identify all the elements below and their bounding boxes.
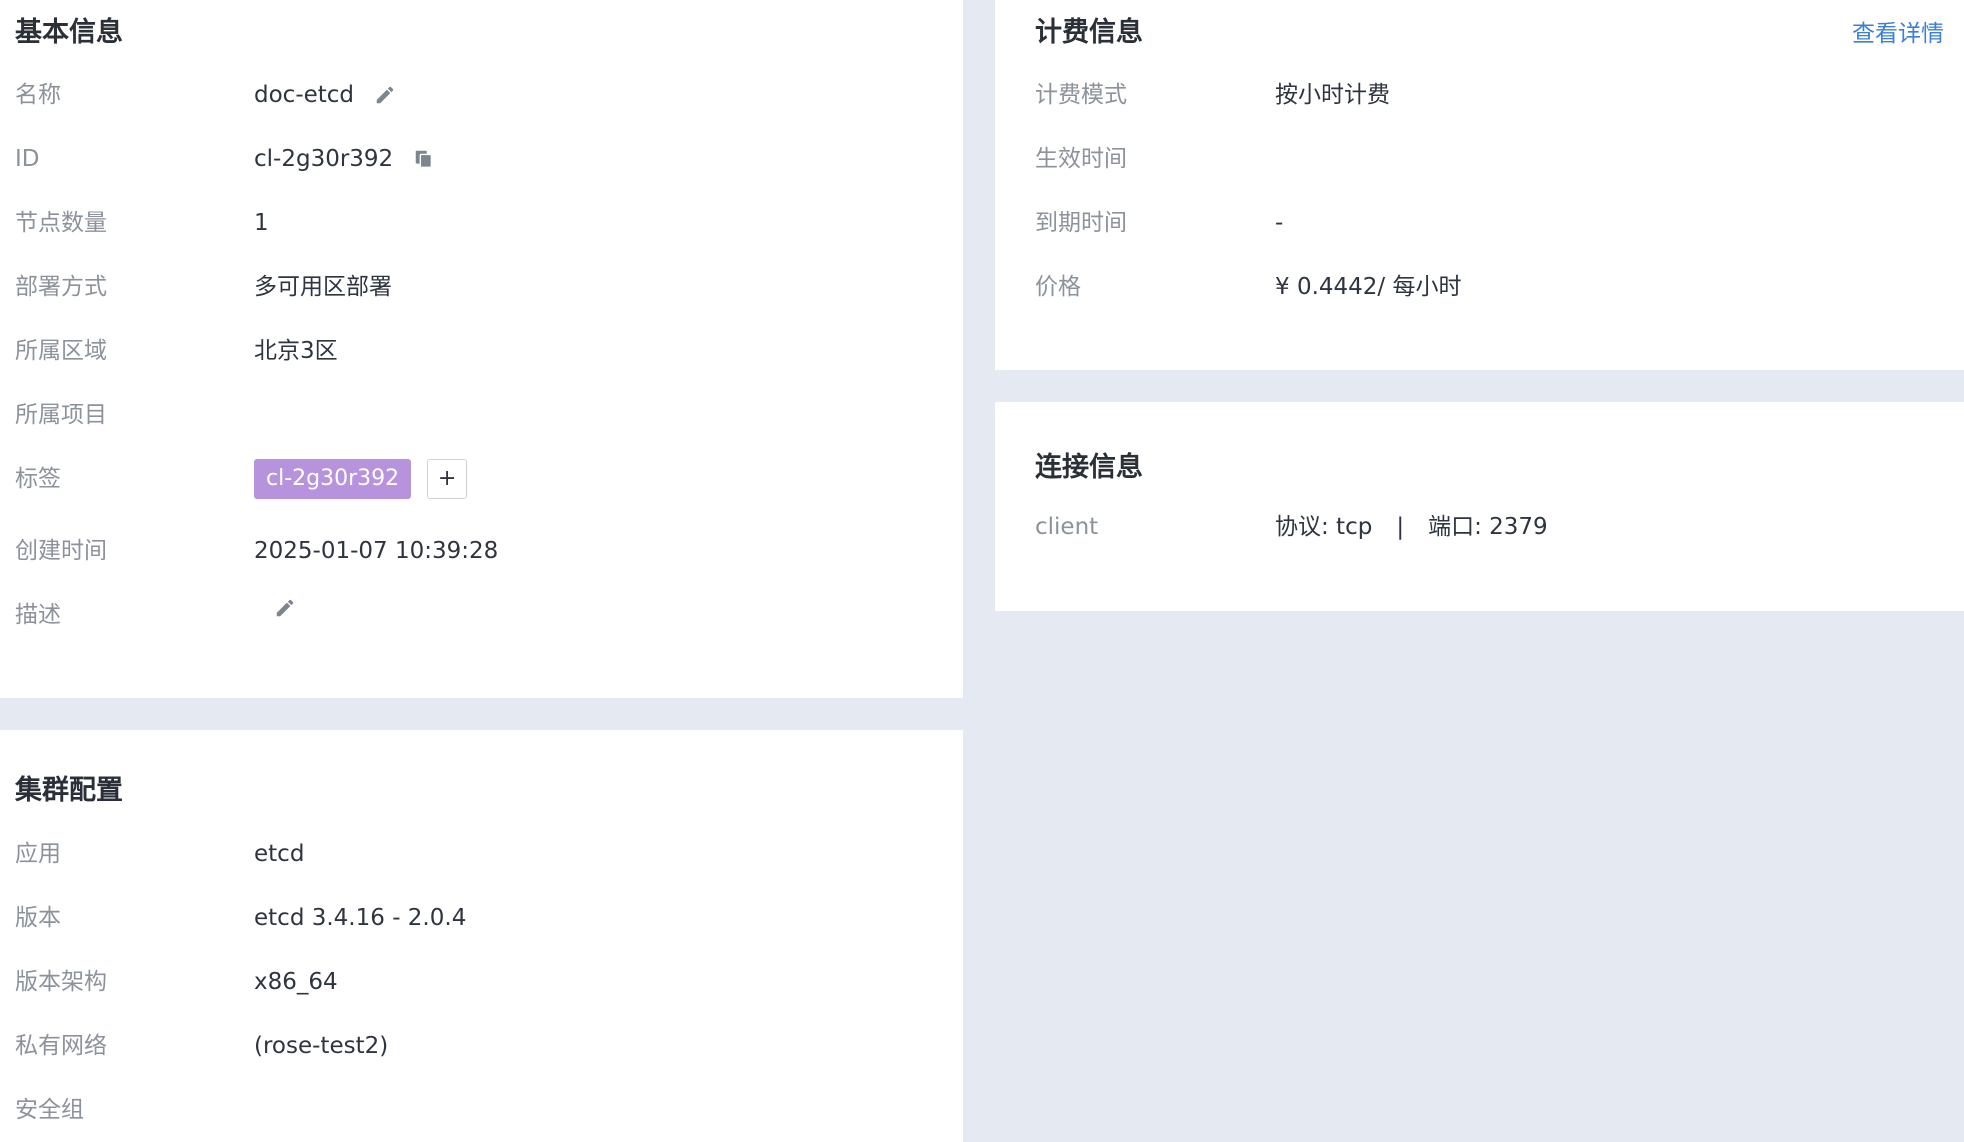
price-value: ¥ 0.4442/ 每小时 (1275, 274, 1462, 300)
billing-row-effective: 生效时间 (995, 139, 1964, 179)
row-label: 所属区域 (15, 338, 107, 364)
basic-row-tags: 标签 cl-2g30r392 + (0, 459, 963, 499)
basic-row-created: 创建时间 2025-01-07 10:39:28 (0, 531, 963, 571)
row-label: 部署方式 (15, 274, 107, 300)
pencil-icon[interactable] (372, 82, 398, 108)
basic-row-name: 名称 doc-etcd (0, 75, 963, 115)
row-label: 版本 (15, 905, 61, 931)
row-label: 到期时间 (1035, 210, 1127, 236)
row-label: 应用 (15, 841, 61, 867)
cluster-row-vpc: 私有网络 (rose-test2) (0, 1026, 963, 1066)
row-label: 计费模式 (1035, 82, 1127, 108)
row-value: 协议: tcp | 端口: 2379 (1275, 507, 1548, 547)
row-label: 价格 (1035, 274, 1081, 300)
row-label: 安全组 (15, 1097, 84, 1123)
basic-row-desc: 描述 (0, 595, 963, 635)
expire-time-value: - (1275, 210, 1284, 236)
row-value: cl-2g30r392 + (254, 459, 468, 499)
row-label: 版本架构 (15, 969, 107, 995)
row-label: 节点数量 (15, 210, 107, 236)
copy-icon[interactable] (411, 146, 437, 172)
view-details-link[interactable]: 查看详情 (1852, 14, 1944, 48)
tag-badge[interactable]: cl-2g30r392 (254, 459, 412, 499)
region-value: 北京3区 (254, 338, 338, 364)
created-time-value: 2025-01-07 10:39:28 (254, 538, 499, 564)
connection-row-client: client 协议: tcp | 端口: 2379 (995, 507, 1964, 547)
billing-row-expire: 到期时间 - (995, 203, 1964, 243)
protocol-value: 协议: tcp (1275, 514, 1373, 540)
row-label: 标签 (15, 466, 61, 492)
port-value: 端口: 2379 (1428, 514, 1548, 540)
row-value (254, 595, 298, 621)
cluster-name-value: doc-etcd (254, 82, 355, 108)
billing-row-mode: 计费模式 按小时计费 (995, 75, 1964, 115)
app-link[interactable]: etcd (254, 834, 304, 874)
cluster-row-arch: 版本架构 x86_64 (0, 962, 963, 1002)
basic-row-id: ID cl-2g30r392 (0, 139, 963, 179)
row-label: 创建时间 (15, 538, 107, 564)
row-label: 所属项目 (15, 402, 107, 428)
node-count-value: 1 (254, 210, 269, 236)
row-label: 描述 (15, 602, 61, 628)
separator: | (1396, 514, 1405, 540)
billing-row-price: 价格 ¥ 0.4442/ 每小时 (995, 267, 1964, 307)
billing-info-title: 计费信息 (1035, 17, 1143, 48)
row-label: 私有网络 (15, 1033, 107, 1059)
cluster-row-app: 应用 etcd (0, 834, 963, 874)
row-label: 名称 (15, 82, 61, 108)
row-label: client (1035, 514, 1099, 540)
add-tag-button[interactable]: + (427, 459, 468, 499)
cluster-row-security-group: 安全组 (0, 1090, 963, 1130)
connection-info-title: 连接信息 (1035, 452, 1143, 483)
row-value: doc-etcd (254, 75, 398, 115)
arch-value: x86_64 (254, 969, 338, 995)
vpc-link[interactable]: (rose-test2) (254, 1026, 388, 1066)
cluster-config-panel: 集群配置 应用 etcd 版本 etcd 3.4.16 - 2.0.4 版本架构… (0, 730, 963, 1142)
basic-row-project: 所属项目 (0, 395, 963, 435)
row-value: cl-2g30r392 (254, 139, 437, 179)
row-label: ID (15, 146, 40, 172)
connection-info-panel: 连接信息 client 协议: tcp | 端口: 2379 (995, 402, 1964, 611)
basic-row-deploy: 部署方式 多可用区部署 (0, 267, 963, 307)
basic-info-title: 基本信息 (15, 17, 123, 48)
basic-info-panel: 基本信息 名称 doc-etcd ID cl-2g30r392 节点数量 1 部… (0, 0, 963, 698)
deploy-mode-value: 多可用区部署 (254, 274, 392, 300)
basic-row-region: 所属区域 北京3区 (0, 331, 963, 371)
pencil-icon[interactable] (272, 595, 298, 621)
billing-info-panel: 计费信息 查看详情 计费模式 按小时计费 生效时间 到期时间 - 价格 ¥ 0.… (995, 0, 1964, 370)
cluster-config-title: 集群配置 (15, 775, 123, 806)
row-label: 生效时间 (1035, 146, 1127, 172)
billing-mode-value: 按小时计费 (1275, 82, 1390, 108)
version-value: etcd 3.4.16 - 2.0.4 (254, 905, 467, 931)
basic-row-nodes: 节点数量 1 (0, 203, 963, 243)
cluster-row-version: 版本 etcd 3.4.16 - 2.0.4 (0, 898, 963, 938)
cluster-id-value: cl-2g30r392 (254, 146, 394, 172)
